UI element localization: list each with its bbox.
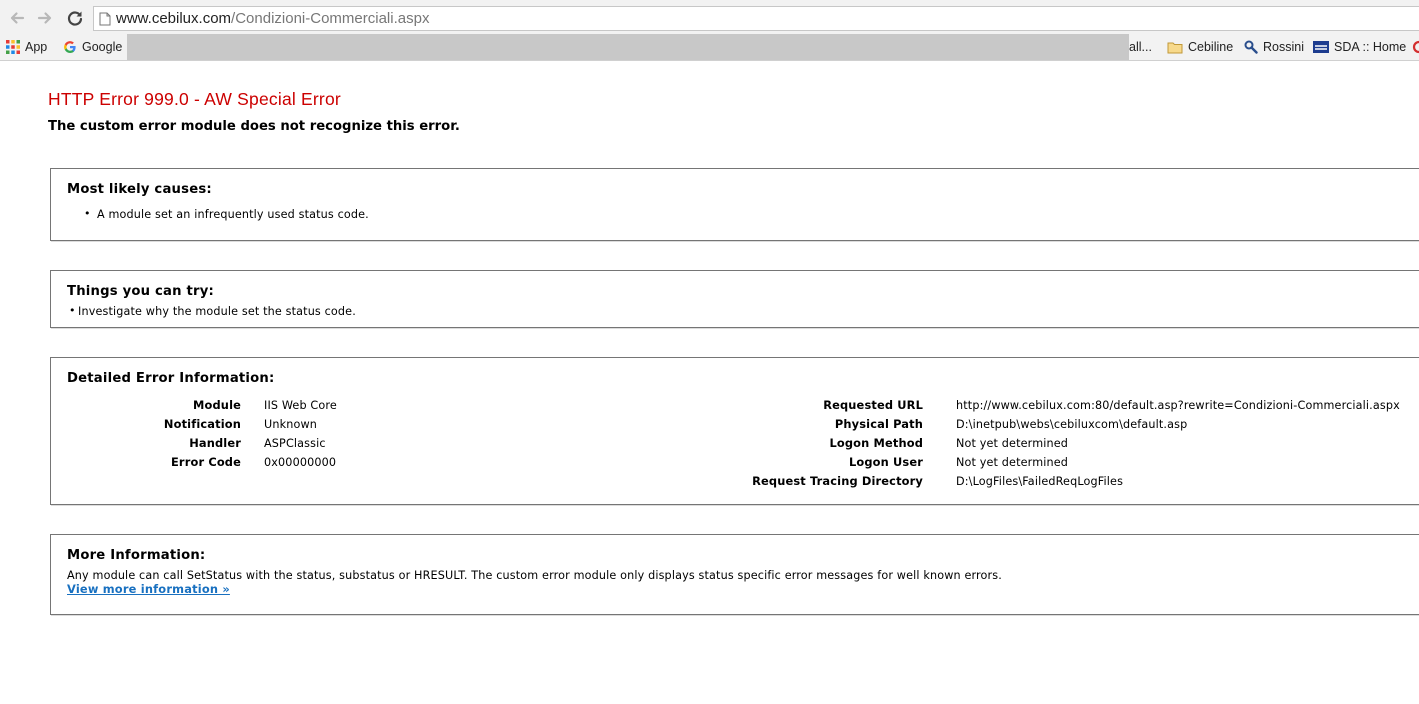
folder-icon [1167, 41, 1183, 54]
browser-chrome: www.cebilux.com/Condizioni-Commerciali.a… [0, 0, 1419, 61]
page-icon [94, 7, 116, 30]
arrow-left-icon [10, 12, 25, 24]
bookmarks-redacted-area [127, 34, 1129, 60]
bookmark-label: App [25, 40, 48, 54]
url-text: www.cebilux.com/Condizioni-Commerciali.a… [116, 10, 429, 27]
red-circle-icon [1412, 40, 1419, 54]
url-host: www.cebilux.com [116, 10, 232, 27]
likely-causes-panel: Most likely causes: A module set an infr… [50, 168, 1419, 241]
bookmark-folder-cebiline[interactable]: Cebiline [1167, 37, 1233, 57]
view-more-information-link[interactable]: View more information » [67, 582, 230, 596]
detail-value: Not yet determined [956, 456, 1069, 469]
bookmark-apps[interactable]: App [6, 37, 47, 57]
bookmarks-bar: App Google all... Cebiline Rossini SDA:… [0, 34, 1419, 60]
detail-row-tracing-directory: Request Tracing Directory [51, 474, 923, 493]
detail-value: http://www.cebilux.com:80/default.asp?re… [956, 399, 1400, 412]
error-subtitle: The custom error module does not recogni… [48, 119, 460, 134]
sda-icon [1313, 41, 1329, 53]
address-bar[interactable]: www.cebilux.com/Condizioni-Commerciali.a… [93, 6, 1419, 31]
more-information-heading: More Information: [67, 548, 206, 563]
detail-key: Request Tracing Directory [752, 474, 923, 488]
back-button[interactable] [6, 7, 28, 29]
detail-key: Physical Path [834, 417, 923, 431]
detail-value: D:\inetpub\webs\cebiluxcom\default.asp [956, 418, 1188, 431]
reload-button[interactable] [64, 7, 86, 29]
detail-row-requested-url: Requested URL [51, 398, 923, 417]
likely-causes-list: A module set an infrequently used status… [84, 207, 369, 221]
bookmark-label: SDA :: Home [1334, 40, 1407, 54]
things-to-try-panel: Things you can try: Investigate why the … [50, 270, 1419, 328]
url-path: /Condizioni-Commerciali.aspx [231, 10, 430, 27]
more-information-panel: More Information: Any module can call Se… [50, 534, 1419, 615]
more-information-text: Any module can call SetStatus with the s… [67, 569, 1002, 582]
detailed-error-heading: Detailed Error Information: [67, 371, 275, 386]
bookmark-rossini[interactable]: Rossini [1244, 37, 1304, 57]
bookmark-label: Google [82, 40, 123, 54]
bookmark-label: Rossini [1263, 40, 1304, 54]
arrow-right-icon [37, 12, 52, 24]
error-title: HTTP Error 999.0 - AW Special Error [48, 89, 341, 109]
google-icon [63, 40, 77, 54]
apps-grid-icon [6, 40, 20, 54]
detail-value: Not yet determined [956, 437, 1069, 450]
things-to-try-list: Investigate why the module set the statu… [69, 304, 356, 318]
list-item: Investigate why the module set the statu… [69, 304, 356, 318]
navigation-row: www.cebilux.com/Condizioni-Commerciali.a… [0, 0, 1419, 34]
page-content: HTTP Error 999.0 - AW Special Error The … [0, 61, 1419, 704]
detail-key: Logon User [848, 455, 923, 469]
detail-value: D:\LogFiles\FailedReqLogFiles [956, 475, 1124, 488]
bookmark-overflow[interactable] [1412, 37, 1419, 57]
bookmark-label: Cebiline [1188, 40, 1234, 54]
detail-key: Requested URL [823, 398, 923, 412]
detailed-error-panel: Detailed Error Information: Module IIS W… [50, 357, 1419, 505]
detail-row-physical-path: Physical Path [51, 417, 923, 436]
bookmark-label: all... [1129, 40, 1152, 54]
reload-icon [67, 11, 83, 26]
bookmark-truncated[interactable]: all... [1129, 37, 1152, 57]
detail-row-logon-method: Logon Method [51, 436, 923, 455]
bookmark-sda-home[interactable]: SDA :: Home [1313, 37, 1406, 57]
likely-causes-heading: Most likely causes: [67, 182, 212, 197]
forward-button[interactable] [34, 7, 56, 29]
list-item: A module set an infrequently used status… [84, 207, 369, 221]
bookmark-google[interactable]: Google [63, 37, 122, 57]
things-to-try-heading: Things you can try: [67, 284, 214, 299]
rossini-icon [1244, 40, 1258, 54]
detail-key: Logon Method [829, 436, 923, 450]
detail-row-logon-user: Logon User [51, 455, 923, 474]
